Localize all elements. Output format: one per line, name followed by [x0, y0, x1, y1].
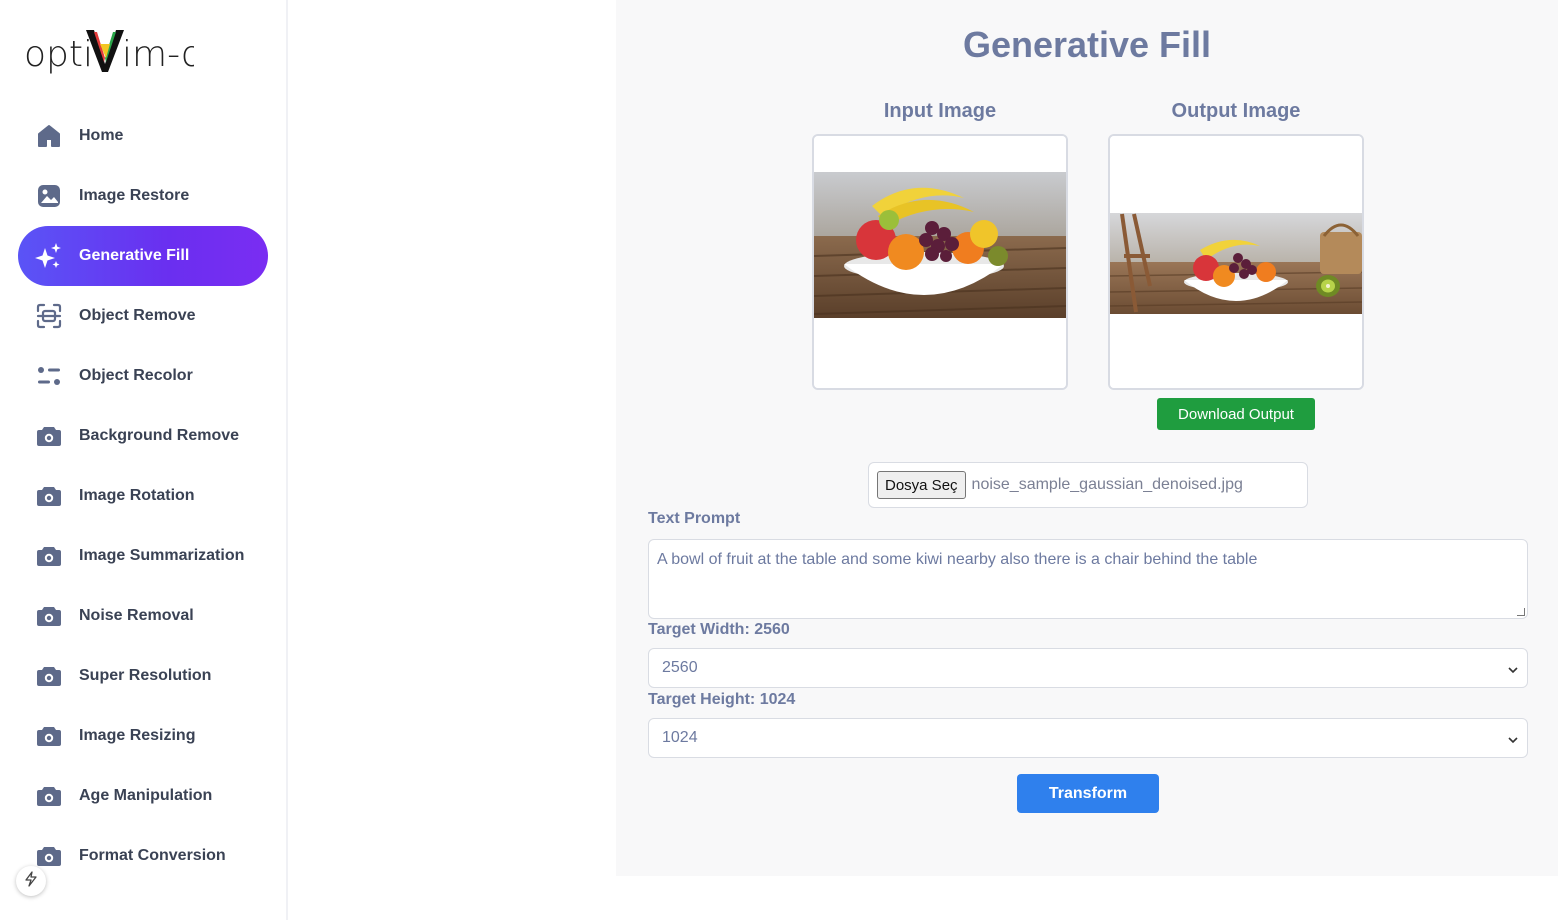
sidebar-item-noise-removal[interactable]: Noise Removal	[18, 586, 268, 646]
camera-icon	[35, 482, 63, 510]
target-width-label: Target Width: 2560	[648, 621, 790, 638]
image-icon	[35, 182, 63, 210]
camera-icon	[35, 662, 63, 690]
camera-icon	[35, 422, 63, 450]
output-image-frame	[1108, 134, 1364, 390]
sidebar-item-object-recolor[interactable]: Object Recolor	[18, 346, 268, 406]
target-height-value: 1024	[662, 729, 698, 746]
sidebar-item-label: Background Remove	[79, 427, 240, 444]
text-prompt-input[interactable]: A bowl of fruit at the table and some ki…	[648, 539, 1528, 619]
home-icon	[35, 122, 63, 150]
sidebar-item-image-rotation[interactable]: Image Rotation	[18, 466, 268, 526]
transform-button[interactable]: Transform	[1017, 774, 1159, 813]
sidebar-item-home[interactable]: Home	[18, 106, 268, 166]
sidebar-item-label: Object Remove	[79, 307, 196, 324]
text-prompt-label: Text Prompt	[648, 510, 741, 527]
target-width-select[interactable]: 2560	[648, 648, 1528, 688]
sidebar-item-label: Image Restore	[79, 187, 190, 204]
camera-icon	[35, 782, 63, 810]
sidebar-item-label: Image Rotation	[79, 487, 195, 504]
input-image-frame	[812, 134, 1068, 390]
sidebar-item-image-resizing[interactable]: Image Resizing	[18, 706, 268, 766]
scan-icon	[35, 302, 63, 330]
svg-text:im-o: im-o	[122, 34, 194, 75]
sidebar-item-generative-fill[interactable]: Generative Fill	[18, 226, 268, 286]
target-height-select[interactable]: 1024	[648, 718, 1528, 758]
camera-icon	[35, 542, 63, 570]
input-image-title: Input Image	[883, 100, 997, 122]
sidebar-item-label: Super Resolution	[79, 667, 212, 684]
sidebar: opti im-o Home Image Restore Generative …	[0, 0, 288, 920]
sliders-icon	[35, 362, 63, 390]
sidebar-item-label: Noise Removal	[79, 607, 194, 624]
selected-file-name: noise_sample_gaussian_denoised.jpg	[971, 476, 1243, 493]
output-image-title: Output Image	[1171, 100, 1301, 122]
sidebar-item-age-manipulation[interactable]: Age Manipulation	[18, 766, 268, 826]
sidebar-item-label: Generative Fill	[79, 247, 190, 264]
input-image	[814, 136, 1066, 388]
sidebar-item-object-remove[interactable]: Object Remove	[18, 286, 268, 346]
sidebar-item-image-summarization[interactable]: Image Summarization	[18, 526, 268, 586]
camera-icon	[35, 602, 63, 630]
download-output-button[interactable]: Download Output	[1157, 398, 1315, 430]
chevron-down-icon	[1507, 663, 1519, 681]
sidebar-item-background-remove[interactable]: Background Remove	[18, 406, 268, 466]
output-image	[1110, 136, 1362, 388]
target-width-value: 2560	[662, 659, 698, 676]
choose-file-button[interactable]: Dosya Seç	[877, 471, 966, 499]
camera-icon	[35, 842, 63, 870]
sidebar-item-label: Home	[79, 127, 124, 144]
svg-text:opti: opti	[24, 34, 93, 75]
sidebar-item-label: Image Resizing	[79, 727, 196, 744]
file-input[interactable]: Dosya Seç noise_sample_gaussian_denoised…	[868, 462, 1308, 508]
main-panel: Generative Fill Input Image Output Image	[616, 0, 1558, 876]
camera-icon	[35, 722, 63, 750]
sidebar-item-format-conversion[interactable]: Format Conversion	[18, 826, 268, 886]
logo-graphic: opti im-o	[24, 30, 203, 75]
sidebar-item-image-restore[interactable]: Image Restore	[18, 166, 268, 226]
app-logo[interactable]: opti im-o	[24, 24, 203, 80]
sidebar-item-label: Format Conversion	[79, 847, 226, 864]
resize-handle[interactable]	[1517, 608, 1525, 616]
sidebar-nav: Home Image Restore Generative Fill Objec…	[18, 106, 268, 886]
target-height-label: Target Height: 1024	[648, 691, 796, 708]
sidebar-item-label: Object Recolor	[79, 367, 193, 384]
sparkles-icon	[35, 242, 63, 270]
text-prompt-value: A bowl of fruit at the table and some ki…	[657, 551, 1258, 568]
chevron-down-icon	[1507, 733, 1519, 751]
bolt-badge[interactable]	[16, 866, 46, 896]
sidebar-item-label: Age Manipulation	[79, 787, 213, 804]
page-title: Generative Fill	[962, 24, 1212, 65]
bolt-icon	[24, 870, 38, 892]
sidebar-item-label: Image Summarization	[79, 547, 245, 564]
sidebar-item-super-resolution[interactable]: Super Resolution	[18, 646, 268, 706]
